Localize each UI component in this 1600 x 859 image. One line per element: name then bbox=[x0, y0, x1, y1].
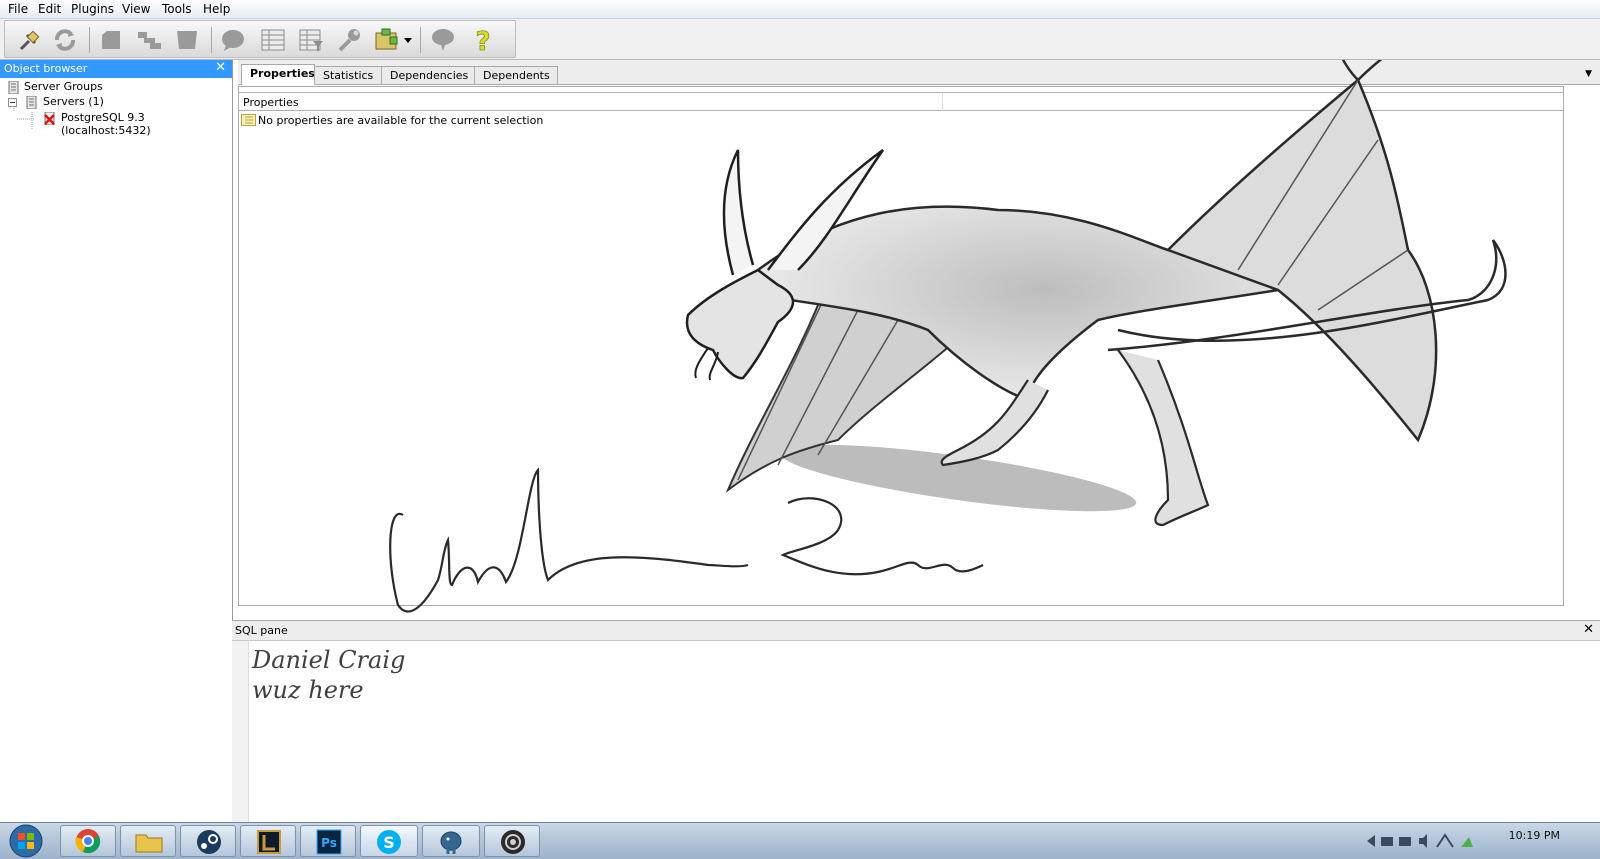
pgadmin-taskbar-button[interactable] bbox=[422, 825, 480, 857]
taskbar-clock[interactable]: 10:19 PM bbox=[1509, 829, 1560, 842]
sql-pane-title: SQL pane bbox=[235, 624, 288, 637]
postgresql-elephant-icon bbox=[440, 831, 462, 854]
close-icon[interactable]: ✕ bbox=[1583, 622, 1594, 637]
help-icon[interactable]: ? bbox=[469, 27, 497, 53]
sql-line-gutter bbox=[232, 641, 249, 845]
handwritten-line-1: Daniel Craig bbox=[252, 646, 406, 674]
disconnected-server-icon bbox=[44, 112, 55, 125]
file-explorer-taskbar-button[interactable] bbox=[120, 825, 176, 857]
menu-tools[interactable]: Tools bbox=[162, 2, 192, 16]
server-group-icon bbox=[8, 81, 19, 94]
close-icon[interactable]: ✕ bbox=[215, 60, 226, 75]
menu-view[interactable]: View bbox=[122, 2, 150, 16]
toolbar-separator bbox=[89, 27, 90, 53]
menu-file[interactable]: File bbox=[8, 2, 28, 16]
handwritten-line-2: wuz here bbox=[252, 676, 364, 704]
skype-icon: S bbox=[377, 830, 401, 854]
system-tray-icons[interactable] bbox=[1365, 831, 1485, 851]
sql-pane: SQL pane ✕ Daniel Craig wuz here bbox=[232, 620, 1600, 845]
tree-item-label: Server Groups bbox=[24, 80, 103, 93]
steam-icon bbox=[197, 830, 221, 854]
toolbar: ? bbox=[0, 19, 1600, 60]
create-object-icon[interactable] bbox=[135, 27, 163, 53]
tree-item-postgresql-server[interactable]: PostgreSQL 9.3 (localhost:5432) bbox=[44, 111, 230, 137]
toolbar-separator bbox=[420, 27, 421, 53]
start-orb-icon[interactable] bbox=[6, 823, 46, 859]
view-data-icon[interactable] bbox=[259, 27, 287, 53]
svg-text:?: ? bbox=[475, 27, 490, 53]
servers-icon bbox=[26, 96, 37, 109]
photoshop-taskbar-button[interactable]: Ps bbox=[300, 825, 356, 857]
properties-icon[interactable] bbox=[97, 27, 125, 53]
tree-item-servers[interactable]: Servers (1) bbox=[8, 95, 208, 111]
tree-item-label: PostgreSQL 9.3 (localhost:5432) bbox=[61, 111, 151, 137]
league-icon bbox=[257, 830, 281, 854]
maintenance-wrench-icon[interactable] bbox=[335, 27, 363, 53]
hint-icon[interactable] bbox=[429, 27, 457, 53]
handwritten-note: Daniel Craig wuz here bbox=[252, 645, 405, 705]
obs-taskbar-button[interactable] bbox=[484, 825, 540, 857]
svg-text:Ps: Ps bbox=[321, 836, 337, 850]
collapse-icon[interactable] bbox=[8, 98, 17, 107]
properties-panel: Properties Statistics Dependencies Depen… bbox=[238, 60, 1600, 620]
sql-query-icon[interactable] bbox=[219, 27, 247, 53]
skype-taskbar-button[interactable]: S bbox=[360, 825, 418, 857]
menu-plugins[interactable]: Plugins bbox=[71, 2, 114, 16]
connect-plug-icon[interactable] bbox=[15, 27, 43, 53]
taskbar: Ps S 10:19 PM bbox=[0, 822, 1600, 859]
chrome-taskbar-button[interactable] bbox=[60, 825, 116, 857]
chrome-icon bbox=[75, 829, 101, 854]
filtered-data-icon[interactable] bbox=[297, 27, 325, 53]
menu-bar: File Edit Plugins View Tools Help bbox=[0, 0, 1600, 19]
menu-edit[interactable]: Edit bbox=[38, 2, 61, 16]
league-taskbar-button[interactable] bbox=[240, 825, 296, 857]
object-browser-title: Object browser bbox=[4, 62, 88, 75]
drop-object-icon[interactable] bbox=[173, 27, 201, 53]
obs-icon bbox=[501, 830, 525, 854]
refresh-icon[interactable] bbox=[51, 27, 79, 53]
plugins-icon[interactable] bbox=[373, 27, 401, 53]
chevron-down-icon[interactable] bbox=[402, 27, 414, 53]
tree-item-server-groups[interactable]: Server Groups bbox=[8, 80, 208, 96]
object-browser-header: Object browser ✕ bbox=[0, 60, 232, 78]
object-browser-panel: Object browser ✕ Server Groups Servers (… bbox=[0, 60, 233, 842]
tree-item-label: Servers (1) bbox=[43, 95, 104, 108]
sql-pane-header: SQL pane ✕ bbox=[232, 621, 1600, 641]
dragon-sketch-drawing bbox=[389, 60, 1507, 613]
toolbar-separator bbox=[211, 27, 212, 53]
folder-icon bbox=[135, 834, 163, 853]
menu-help[interactable]: Help bbox=[203, 2, 230, 16]
toolbar-strip: ? bbox=[4, 20, 516, 58]
svg-text:S: S bbox=[383, 833, 395, 852]
steam-taskbar-button[interactable] bbox=[180, 825, 236, 857]
sql-editor[interactable] bbox=[250, 641, 1600, 845]
photoshop-icon: Ps bbox=[316, 829, 342, 855]
